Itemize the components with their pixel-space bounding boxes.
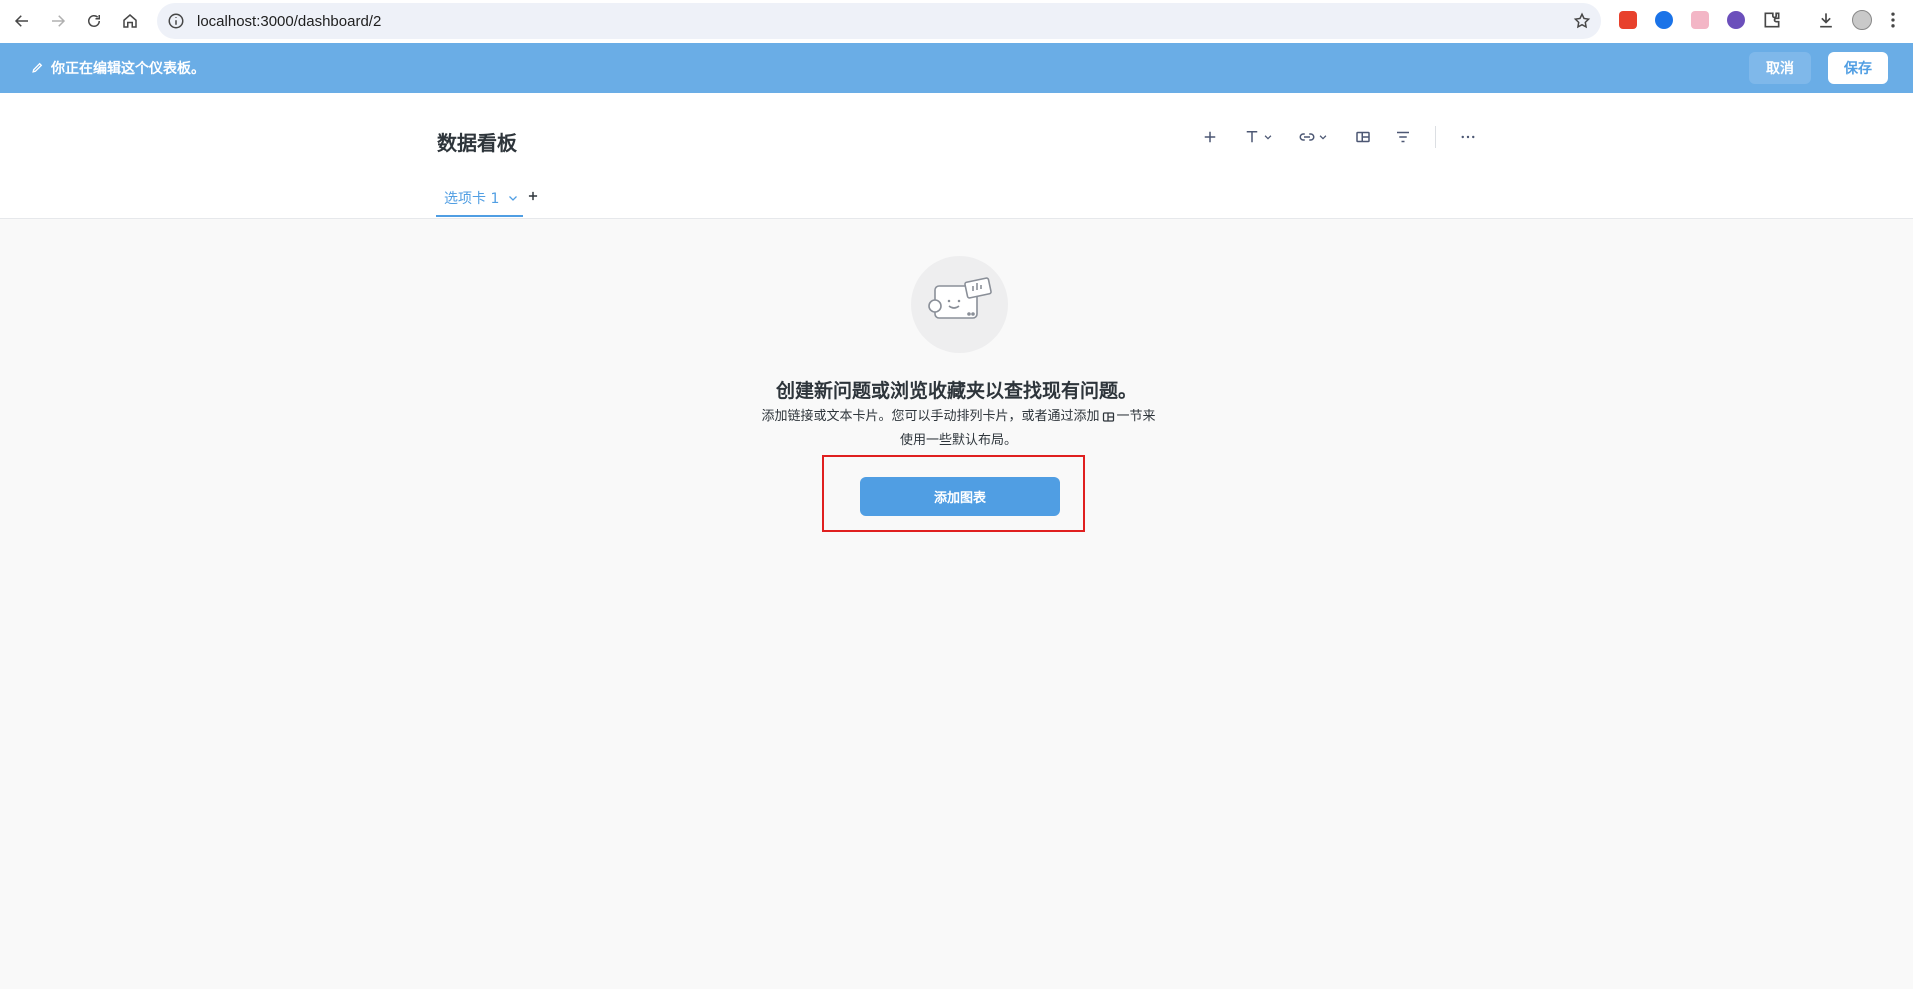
menu-kebab-icon[interactable] — [1887, 10, 1899, 30]
text-icon — [1246, 131, 1258, 143]
add-tab-icon[interactable] — [526, 189, 540, 203]
cancel-button[interactable]: 取消 — [1749, 52, 1811, 84]
extension-icon[interactable] — [1655, 11, 1673, 29]
extension-icon[interactable] — [1619, 11, 1637, 29]
plus-icon — [1204, 131, 1216, 143]
reload-icon[interactable] — [76, 3, 112, 39]
chevron-down-icon — [1264, 135, 1272, 140]
section-icon — [1356, 131, 1370, 143]
add-section-button[interactable] — [1354, 125, 1372, 149]
empty-dashboard-illustration-icon — [911, 256, 1008, 353]
toolbar-divider — [1435, 126, 1436, 148]
url-text[interactable]: localhost:3000/dashboard/2 — [197, 13, 381, 30]
dashboard-header: 数据看板 选项卡 1 — [0, 93, 1913, 219]
pencil-icon — [32, 62, 43, 73]
bookmark-star-icon[interactable] — [1573, 12, 1591, 30]
browser-toolbar: localhost:3000/dashboard/2 — [0, 0, 1913, 43]
forward-icon[interactable] — [40, 3, 76, 39]
edit-mode-bar: 你正在编辑这个仪表板。 取消 保存 — [0, 43, 1913, 93]
chevron-down-icon — [1319, 135, 1327, 140]
save-button[interactable]: 保存 — [1828, 52, 1888, 84]
empty-state-title: 创建新问题或浏览收藏夹以查找现有问题。 — [775, 380, 1137, 402]
tab-label[interactable]: 选项卡 1 — [444, 188, 499, 208]
description-text: 添加链接或文本卡片。您可以手动排列卡片，或者通过添加 — [761, 409, 1100, 424]
filter-icon — [1397, 131, 1409, 143]
empty-state-description: 添加链接或文本卡片。您可以手动排列卡片，或者通过添加 一节来使用一些默认布局。 — [756, 405, 1161, 453]
add-link-button[interactable] — [1298, 125, 1328, 149]
dashboard-title[interactable]: 数据看板 — [437, 127, 517, 156]
edit-message: 你正在编辑这个仪表板。 — [51, 61, 205, 77]
add-text-button[interactable] — [1243, 125, 1273, 149]
add-chart-button[interactable]: 添加图表 — [860, 477, 1060, 516]
add-card-button[interactable] — [1201, 125, 1219, 149]
extensions-puzzle-icon[interactable] — [1762, 10, 1782, 30]
add-filter-button[interactable] — [1394, 125, 1412, 149]
home-icon[interactable] — [112, 3, 148, 39]
site-info-icon[interactable] — [167, 12, 185, 30]
more-options-button[interactable] — [1459, 125, 1477, 149]
section-icon — [1102, 411, 1114, 422]
profile-avatar-icon[interactable] — [1852, 10, 1872, 30]
extension-icon[interactable] — [1691, 11, 1709, 29]
chevron-down-icon[interactable] — [507, 192, 519, 204]
extension-icon[interactable] — [1727, 11, 1745, 29]
download-icon[interactable] — [1816, 10, 1836, 30]
back-icon[interactable] — [4, 3, 40, 39]
tab-1[interactable]: 选项卡 1 — [436, 181, 523, 217]
more-icon — [1461, 135, 1475, 139]
address-bar[interactable]: localhost:3000/dashboard/2 — [157, 3, 1601, 39]
link-icon — [1299, 133, 1315, 141]
